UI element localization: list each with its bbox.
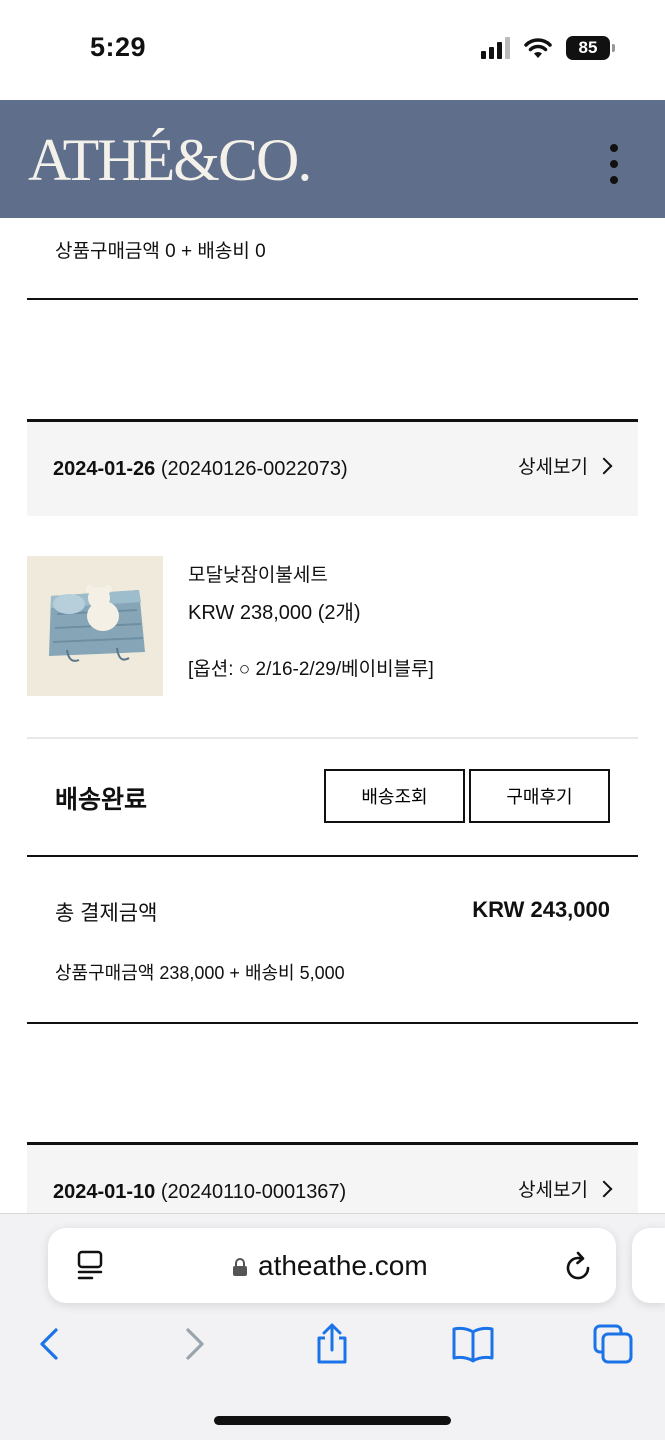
status-icons: 85 [481, 36, 615, 60]
status-time: 5:29 [90, 32, 147, 62]
product-thumbnail[interactable] [27, 556, 163, 696]
address-bar[interactable]: atheathe.com [48, 1228, 616, 1303]
order-header: 2024-01-26 (20240126-0022073) 상세보기 [27, 422, 638, 516]
track-delivery-button[interactable]: 배송조회 [324, 769, 465, 823]
product-option: [옵션: ○ 2/16-2/29/베이비블루] [188, 659, 434, 680]
detail-link-label: 상세보기 [518, 1180, 588, 1201]
bookmarks-icon[interactable] [451, 1322, 495, 1366]
product-image [27, 556, 163, 696]
chevron-right-icon [595, 1180, 613, 1197]
chevron-right-icon [595, 457, 613, 474]
product-price: KRW 238,000 (2개) [188, 602, 361, 624]
delivery-status: 배송완료 [55, 786, 148, 814]
battery-icon: 85 [566, 36, 615, 60]
brand-logo[interactable]: ATHÉ&CO. [28, 130, 312, 190]
order-date: 2024-01-10 [53, 1181, 156, 1203]
share-icon[interactable] [310, 1322, 354, 1366]
order-number: (20240110-0001367) [160, 1181, 347, 1203]
detail-link-label: 상세보기 [518, 457, 588, 478]
write-review-button[interactable]: 구매후기 [469, 769, 610, 823]
total-amount: KRW 243,000 [472, 897, 610, 922]
browser-toolbar: atheathe.com [0, 1213, 665, 1440]
total-label: 총 결제금액 [55, 902, 158, 925]
product-name[interactable]: 모달낮잠이불세트 [188, 560, 328, 587]
tabs-icon[interactable] [591, 1322, 635, 1366]
order-date-line: 2024-01-26 (20240126-0022073) [53, 458, 348, 481]
home-indicator [214, 1416, 451, 1425]
page-menu-icon[interactable] [76, 1250, 104, 1282]
order-header: 2024-01-10 (20240110-0001367) 상세보기 [27, 1145, 638, 1215]
prev-order-breakdown: 상품구매금액 0 + 배송비 0 [55, 241, 266, 262]
divider [27, 1022, 638, 1024]
cellular-signal-icon [481, 37, 510, 59]
more-menu-icon[interactable] [607, 144, 621, 184]
order-date-line: 2024-01-10 (20240110-0001367) [53, 1181, 346, 1204]
order-detail-link[interactable]: 상세보기 [518, 1175, 613, 1202]
reload-icon[interactable] [564, 1250, 594, 1282]
lock-icon [233, 1258, 247, 1276]
divider [27, 737, 638, 739]
site-header: ATHÉ&CO. [0, 100, 665, 218]
status-bar: 5:29 85 [0, 0, 665, 100]
order-date: 2024-01-26 [53, 458, 156, 480]
order-detail-link[interactable]: 상세보기 [518, 452, 613, 479]
url-text[interactable]: atheathe.com [258, 1250, 428, 1282]
next-tab-preview[interactable] [632, 1228, 665, 1303]
forward-icon[interactable] [172, 1322, 216, 1366]
order-breakdown: 상품구매금액 238,000 + 배송비 5,000 [55, 963, 345, 983]
wifi-icon [524, 38, 552, 58]
divider [27, 298, 638, 300]
divider [27, 855, 638, 857]
back-icon[interactable] [28, 1322, 72, 1366]
order-number: (20240126-0022073) [160, 458, 348, 480]
